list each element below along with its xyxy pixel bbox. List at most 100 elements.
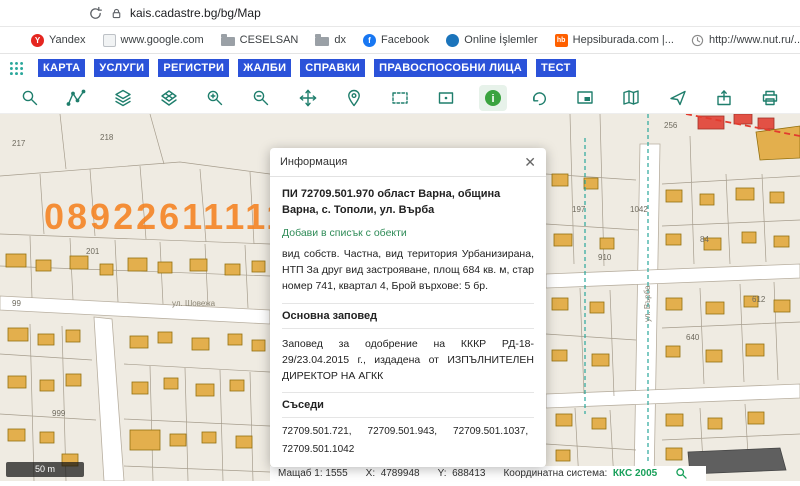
- svg-text:217: 217: [12, 139, 26, 148]
- svg-text:640: 640: [686, 333, 700, 342]
- bookmark-item[interactable]: http://www.nut.ru/...: [691, 34, 800, 47]
- select-rectangle-icon: [390, 88, 410, 108]
- neighbor-id[interactable]: 72709.501.1042: [282, 444, 354, 455]
- tool-zoom-out[interactable]: [247, 85, 275, 111]
- statusbar-search-icon: [675, 467, 688, 480]
- svg-text:197: 197: [572, 205, 586, 214]
- info-popup-header: Информация ✕: [270, 148, 546, 177]
- neighbor-id[interactable]: 72709.501.1037,: [453, 426, 528, 437]
- tool-map-sheets[interactable]: [617, 85, 645, 111]
- info-icon: i: [483, 88, 503, 108]
- svg-text:ул. Върба: ул. Върба: [643, 285, 652, 322]
- statusbar-search-button[interactable]: [675, 467, 688, 480]
- tool-print[interactable]: [756, 85, 784, 111]
- section-order-header: Основна заповед: [282, 303, 534, 329]
- webpage-favicon: [103, 34, 116, 47]
- folder-icon: [221, 37, 235, 46]
- previous-extent-icon: [529, 88, 549, 108]
- zoom-out-icon: [251, 88, 271, 108]
- bookmark-label: dx: [334, 34, 346, 46]
- neighbor-id[interactable]: 72709.501.943,: [368, 426, 438, 437]
- tool-measure[interactable]: [62, 85, 90, 111]
- tool-export[interactable]: [710, 85, 738, 111]
- bookmark-item[interactable]: Online İşlemler: [446, 34, 537, 47]
- scale-readout[interactable]: Мащаб 1: 1555: [278, 468, 348, 479]
- nav-item-zhalbi[interactable]: ЖАЛБИ: [238, 59, 291, 77]
- tool-locate[interactable]: [340, 85, 368, 111]
- export-icon: [714, 88, 734, 108]
- tool-zoom-in[interactable]: [201, 85, 229, 111]
- tool-navigate[interactable]: [664, 85, 692, 111]
- reload-icon[interactable]: [88, 6, 103, 21]
- nav-item-uslugi[interactable]: УСЛУГИ: [94, 59, 149, 77]
- bookmark-label: Online İşlemler: [464, 34, 537, 46]
- y-coordinate: Y: 688413: [438, 468, 486, 479]
- x-coordinate: X: 4789948: [366, 468, 420, 479]
- tool-search[interactable]: [16, 85, 44, 111]
- tool-select-rectangle[interactable]: [386, 85, 414, 111]
- svg-text:i: i: [491, 93, 494, 105]
- parcel-details: вид собств. Частна, вид територия Урбани…: [282, 246, 534, 295]
- bookmark-label: www.google.com: [121, 34, 204, 46]
- globe-favicon: [446, 34, 459, 47]
- crs-value[interactable]: ККС 2005: [613, 468, 657, 479]
- tool-layers[interactable]: [109, 85, 137, 111]
- svg-text:201: 201: [86, 247, 100, 256]
- clock-favicon: [691, 34, 704, 47]
- info-popup-body: ПИ 72709.501.970 област Варна, община Ва…: [270, 177, 546, 467]
- tool-select-screen[interactable]: [571, 85, 599, 111]
- neighbors-list: 72709.501.721, 72709.501.943, 72709.501.…: [282, 418, 534, 455]
- map-status-bar: Мащаб 1: 1555 X: 4789948 Y: 688413 Коорд…: [270, 466, 706, 481]
- bookmark-label: http://www.nut.ru/...: [709, 34, 800, 46]
- svg-text:84: 84: [700, 235, 709, 244]
- address-url[interactable]: kais.cadastre.bg/bg/Map: [130, 6, 261, 20]
- bookmark-label: CESELSAN: [240, 34, 299, 46]
- bookmark-label: Yandex: [49, 34, 86, 46]
- svg-text:1042: 1042: [630, 205, 648, 214]
- print-icon: [760, 88, 780, 108]
- site-nav: КАРТА УСЛУГИ РЕГИСТРИ ЖАЛБИ СПРАВКИ ПРАВ…: [0, 54, 800, 82]
- add-to-list-link[interactable]: Добави в списък с обекти: [282, 227, 407, 239]
- map-toolbar: i: [0, 82, 800, 114]
- nav-item-spravki[interactable]: СПРАВКИ: [300, 59, 365, 77]
- svg-text:910: 910: [598, 253, 612, 262]
- info-popup-title: Информация: [280, 156, 347, 168]
- neighbor-id[interactable]: 72709.501.721,: [282, 426, 352, 437]
- bookmark-item[interactable]: dx: [315, 34, 346, 46]
- info-popup: Информация ✕ ПИ 72709.501.970 област Вар…: [270, 148, 546, 467]
- kais-cadastre-app: kais.cadastre.bg/bg/Map Y Yandex www.goo…: [0, 0, 800, 481]
- bookmark-item[interactable]: hb Hepsiburada.com |...: [555, 34, 674, 47]
- bookmark-item[interactable]: f Facebook: [363, 34, 429, 47]
- svg-text:99: 99: [12, 299, 21, 308]
- lock-icon[interactable]: [110, 7, 123, 20]
- svg-text:ул. Шовежа: ул. Шовежа: [172, 299, 216, 308]
- pan-icon: [298, 88, 318, 108]
- nav-item-pravosposobni-litsa[interactable]: ПРАВОСПОСОБНИ ЛИЦА: [374, 59, 527, 77]
- map-sheets-icon: [621, 88, 641, 108]
- browser-address-bar: kais.cadastre.bg/bg/Map: [0, 0, 800, 27]
- svg-text:218: 218: [100, 133, 114, 142]
- tool-pan[interactable]: [294, 85, 322, 111]
- nav-item-test[interactable]: ТЕСТ: [536, 59, 576, 77]
- select-screen-icon: [575, 88, 595, 108]
- tool-info[interactable]: i: [479, 85, 507, 111]
- order-text: Заповед за одобрение на КККР РД-18-29/23…: [282, 329, 534, 385]
- tool-previous-extent[interactable]: [525, 85, 553, 111]
- map-scale-bar: 50 m: [6, 462, 84, 477]
- measure-icon: [66, 88, 86, 108]
- tool-extent[interactable]: [432, 85, 460, 111]
- nav-item-karta[interactable]: КАРТА: [38, 59, 85, 77]
- yandex-favicon: Y: [31, 34, 44, 47]
- hepsiburada-favicon: hb: [555, 34, 568, 47]
- bookmark-item[interactable]: www.google.com: [103, 34, 204, 47]
- bookmark-item[interactable]: Y Yandex: [31, 34, 86, 47]
- svg-text:612: 612: [752, 295, 766, 304]
- nav-item-registri[interactable]: РЕГИСТРИ: [158, 59, 229, 77]
- close-icon[interactable]: ✕: [524, 155, 536, 169]
- facebook-favicon: f: [363, 34, 376, 47]
- launcher-grid-icon[interactable]: [8, 60, 25, 77]
- tool-basemap[interactable]: [155, 85, 183, 111]
- bookmarks-bar: Y Yandex www.google.com CESELSAN dx f Fa…: [0, 27, 800, 54]
- bookmark-item[interactable]: CESELSAN: [221, 34, 299, 46]
- zoom-in-icon: [205, 88, 225, 108]
